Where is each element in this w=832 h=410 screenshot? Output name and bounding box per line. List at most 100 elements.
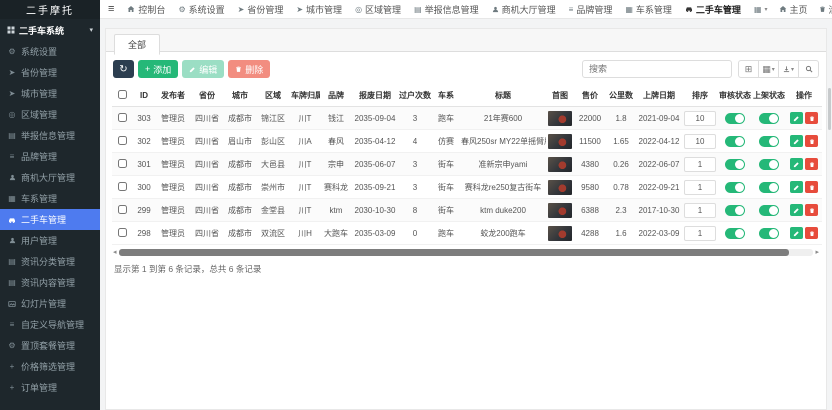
listing-toggle[interactable] [759,205,779,216]
sidebar-item-user[interactable]: 用户管理 [0,230,100,251]
row-edit-button[interactable] [790,135,803,147]
hamburger-menu-icon[interactable]: ≡ [108,3,114,15]
row-edit-button[interactable] [790,204,803,216]
row-delete-button[interactable] [805,158,818,170]
sidebar-item-news-category[interactable]: ▤资讯分类管理 [0,251,100,272]
header-register-date[interactable]: 上牌日期 [636,85,682,107]
audit-toggle[interactable] [725,113,745,124]
listing-thumbnail[interactable] [548,134,572,149]
header-price[interactable]: 售价 [574,85,606,107]
header-city[interactable]: 城市 [224,85,256,107]
audit-toggle[interactable] [725,159,745,170]
header-transfer-count[interactable]: 过户次数 [398,85,432,107]
search-input[interactable] [582,60,732,78]
sort-input[interactable] [684,180,716,195]
listing-thumbnail[interactable] [548,111,572,126]
header-listing-status[interactable]: 上架状态 [752,85,786,107]
row-delete-button[interactable] [805,112,818,124]
nav-tab-used-car[interactable]: 二手车管理 [685,3,741,16]
row-checkbox[interactable] [118,113,127,122]
row-edit-button[interactable] [790,158,803,170]
listing-thumbnail[interactable] [548,180,572,195]
nav-tab-brand[interactable]: ≡品牌管理 [569,3,613,16]
row-edit-button[interactable] [790,112,803,124]
header-mileage[interactable]: 公里数 [606,85,636,107]
listing-thumbnail[interactable] [548,157,572,172]
audit-toggle[interactable] [725,205,745,216]
scroll-right-icon[interactable]: ▸ [815,249,819,256]
row-delete-button[interactable] [805,227,818,239]
row-edit-button[interactable] [790,181,803,193]
search-button[interactable] [798,60,819,78]
scrollbar-track[interactable] [119,249,814,256]
nav-tab-dashboard[interactable]: 控制台 [127,3,165,16]
row-delete-button[interactable] [805,204,818,216]
audit-toggle[interactable] [725,182,745,193]
home-link[interactable]: 主页 [779,3,808,16]
sidebar-item-car-series[interactable]: ▦车系管理 [0,188,100,209]
scrollbar-thumb[interactable] [119,249,790,256]
audit-toggle[interactable] [725,228,745,239]
columns-dropdown-button[interactable]: ▦▾ [758,60,779,78]
sort-input[interactable] [684,111,716,126]
sidebar-item-used-car[interactable]: 二手车管理 [0,209,100,230]
header-publisher[interactable]: 发布者 [156,85,190,107]
sidebar-item-custom-nav[interactable]: ≡自定义导航管理 [0,314,100,335]
sidebar-item-province[interactable]: ➤省份管理 [0,62,100,83]
header-brand[interactable]: 品牌 [320,85,352,107]
header-cover[interactable]: 首图 [546,85,574,107]
sort-input[interactable] [684,226,716,241]
sidebar-item-slideshow[interactable]: 幻灯片管理 [0,293,100,314]
listing-thumbnail[interactable] [548,226,572,241]
header-region[interactable]: 区域 [256,85,290,107]
listing-toggle[interactable] [759,136,779,147]
sort-input[interactable] [684,203,716,218]
scroll-left-icon[interactable]: ◂ [113,249,117,256]
nav-tab-report-info[interactable]: ▤举报信息管理 [414,3,479,16]
listing-toggle[interactable] [759,182,779,193]
header-province[interactable]: 省份 [190,85,224,107]
header-audit-status[interactable]: 审核状态 [718,85,752,107]
page-scrollbar-thumb[interactable] [828,88,831,130]
refresh-button[interactable]: ↻ [113,60,134,78]
row-delete-button[interactable] [805,181,818,193]
sidebar-item-news-content[interactable]: ▤资讯内容管理 [0,272,100,293]
clear-cache-button[interactable]: 清除缓存 [819,3,832,16]
listing-thumbnail[interactable] [548,203,572,218]
nav-tab-car-series[interactable]: ▦车系管理 [625,3,672,16]
sidebar-item-business-hall[interactable]: 商机大厅管理 [0,167,100,188]
add-button[interactable]: +添加 [138,60,178,78]
header-scrap-date[interactable]: 报废日期 [352,85,398,107]
sort-input[interactable] [684,157,716,172]
nav-tab-business-hall[interactable]: 商机大厅管理 [492,3,556,16]
row-checkbox[interactable] [118,159,127,168]
header-sort[interactable]: 排序 [682,85,718,107]
select-all-header[interactable] [112,85,132,107]
sidebar-section-used-car-system[interactable]: 二手车系统 ▾ [0,19,100,41]
audit-toggle[interactable] [725,136,745,147]
header-title[interactable]: 标题 [460,85,546,107]
edit-button[interactable]: 编辑 [182,60,224,78]
header-series[interactable]: 车系 [432,85,460,107]
sidebar-item-brand[interactable]: ≡品牌管理 [0,146,100,167]
row-checkbox[interactable] [118,182,127,191]
row-delete-button[interactable] [805,135,818,147]
tab-all[interactable]: 全部 [114,34,160,55]
header-id[interactable]: ID [132,85,156,107]
sort-input[interactable] [684,134,716,149]
export-dropdown-button[interactable]: ▾ [778,60,799,78]
sidebar-item-report-info[interactable]: ▤举报信息管理 [0,125,100,146]
nav-tab-province[interactable]: ➤省份管理 [238,3,284,16]
sidebar-item-city[interactable]: ➤城市管理 [0,83,100,104]
delete-button[interactable]: 删除 [228,60,270,78]
sidebar-item-price-filter[interactable]: +价格筛选管理 [0,356,100,377]
header-actions[interactable]: 操作 [786,85,822,107]
header-plate[interactable]: 车牌归属 [290,85,320,107]
row-checkbox[interactable] [118,205,127,214]
sidebar-item-order[interactable]: +订单管理 [0,377,100,398]
tabs-dropdown[interactable]: ▦▾ [754,5,768,14]
nav-tab-region[interactable]: ◎区域管理 [355,3,401,16]
sidebar-item-region[interactable]: ◎区域管理 [0,104,100,125]
row-edit-button[interactable] [790,227,803,239]
listing-toggle[interactable] [759,159,779,170]
